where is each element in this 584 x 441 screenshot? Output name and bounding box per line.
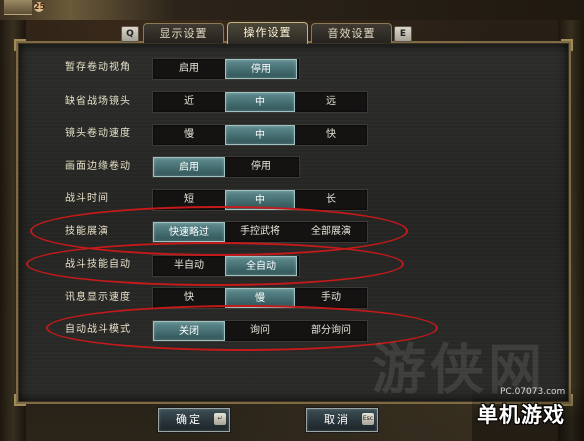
setting-label-battle-time: 战斗时间 [65, 193, 109, 204]
option-disable[interactable]: 停用 [225, 157, 297, 177]
option-group-camera-save: 启用 停用 [152, 58, 300, 80]
option-disable-selected[interactable]: 停用 [225, 59, 297, 79]
option-manual[interactable]: 手动 [295, 288, 367, 308]
option-fast[interactable]: 快 [295, 125, 367, 145]
confirm-label: 确定 [176, 413, 202, 426]
option-group-edge-scroll: 启用 停用 [152, 156, 300, 178]
option-long[interactable]: 长 [295, 190, 367, 210]
option-far[interactable]: 远 [295, 92, 367, 112]
site-logo: 单机游戏 [477, 403, 565, 427]
cancel-button[interactable]: 取消 Esc [306, 408, 378, 432]
option-middle-selected[interactable]: 中 [225, 92, 295, 112]
setting-label-default-camera: 缺省战场镜头 [65, 96, 131, 107]
esc-key-icon: Esc [362, 413, 374, 425]
option-group-default-camera: 近 中 远 [152, 91, 368, 113]
panel-corner-ornament [14, 39, 26, 51]
setting-label-scroll-speed: 镜头卷动速度 [65, 128, 131, 139]
tab-display-settings[interactable]: 显示设置 [143, 23, 224, 43]
setting-label-camera-save: 暂存卷动视角 [65, 62, 131, 73]
option-near[interactable]: 近 [153, 92, 225, 112]
setting-label-message-speed: 讯息显示速度 [65, 292, 131, 303]
panel-corner-ornament [561, 39, 573, 51]
site-url: PC.07073.com [500, 387, 566, 397]
tab-sound-settings[interactable]: 音效设置 [311, 23, 392, 43]
option-enable-selected[interactable]: 启用 [153, 157, 225, 177]
top-status-strip [0, 0, 584, 20]
prev-tab-key[interactable]: Q [121, 26, 139, 42]
option-middle-selected[interactable]: 中 [225, 125, 295, 145]
cancel-label: 取消 [324, 413, 350, 426]
option-slow[interactable]: 慢 [153, 125, 225, 145]
confirm-button[interactable]: 确定 ↵ [158, 408, 230, 432]
panel-corner-ornament [14, 394, 26, 406]
top-number-badge: 25 [34, 2, 46, 12]
highlight-ellipse-auto-skill [26, 242, 404, 286]
setting-label-edge-scroll: 画面边缘卷动 [65, 161, 131, 172]
next-tab-key[interactable]: E [394, 26, 412, 42]
avatar [4, 0, 32, 15]
tab-operation-settings[interactable]: 操作设置 [227, 22, 308, 44]
option-enable[interactable]: 启用 [153, 59, 225, 79]
enter-key-icon: ↵ [214, 413, 226, 425]
option-group-scroll-speed: 慢 中 快 [152, 124, 368, 146]
